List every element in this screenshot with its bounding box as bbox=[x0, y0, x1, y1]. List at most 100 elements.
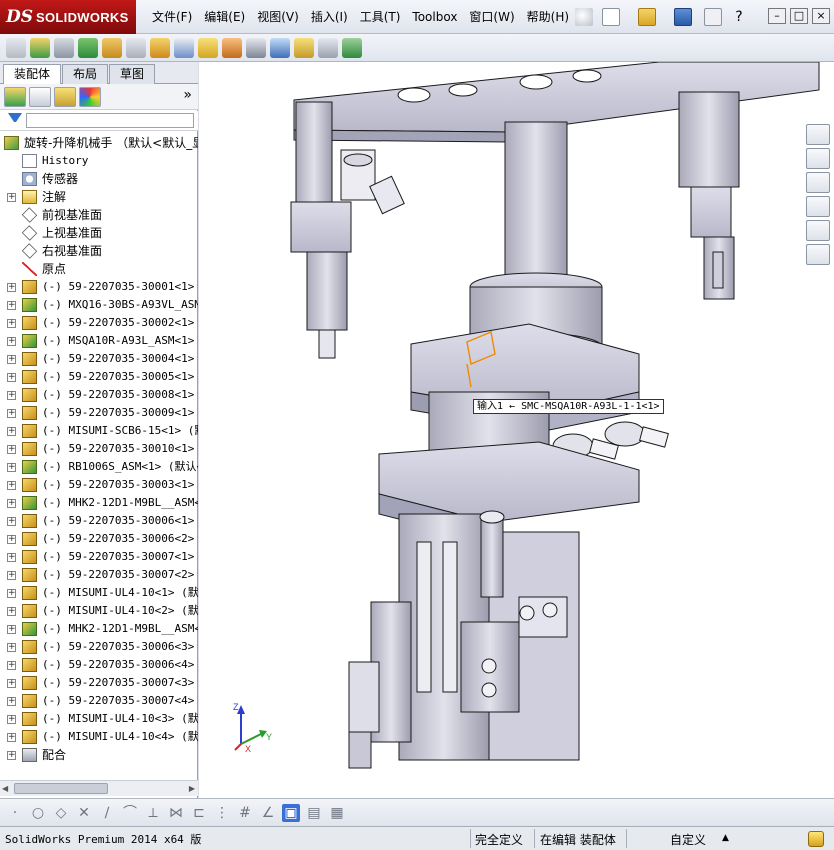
linear-pattern-icon[interactable] bbox=[54, 37, 74, 58]
clearance-verification-icon[interactable] bbox=[318, 37, 338, 58]
expand-toggle-icon[interactable]: + bbox=[7, 643, 16, 652]
tree-item[interactable]: + (-) 59-2207035-30007<4> (默 bbox=[0, 692, 198, 710]
expand-toggle-icon[interactable]: + bbox=[7, 751, 16, 760]
expand-toggle-icon[interactable]: + bbox=[7, 427, 16, 436]
reference-geometry-icon[interactable] bbox=[174, 37, 194, 58]
expand-toggle-icon[interactable]: + bbox=[7, 553, 16, 562]
expand-toggle-icon[interactable]: + bbox=[7, 481, 16, 490]
assembly-features-icon[interactable] bbox=[150, 37, 170, 58]
line-icon[interactable]: ∕ bbox=[98, 804, 116, 822]
solidworks-logo[interactable]: DS SOLIDWORKS bbox=[0, 0, 136, 34]
menu-file[interactable]: 文件(F) bbox=[146, 9, 198, 25]
display-manager-icon[interactable] bbox=[79, 86, 101, 107]
insert-components-icon[interactable] bbox=[6, 37, 26, 58]
menu-edit[interactable]: 编辑(E) bbox=[198, 9, 251, 25]
unit-system-dropdown-icon[interactable]: ▲ bbox=[722, 833, 729, 843]
circle-icon[interactable]: ○ bbox=[29, 804, 47, 822]
tree-item[interactable]: + (-) 59-2207035-30001<1> (默 bbox=[0, 278, 198, 296]
filter-icon[interactable] bbox=[8, 113, 22, 127]
expand-toggle-icon[interactable]: + bbox=[7, 625, 16, 634]
tree-item[interactable]: + (-) 59-2207035-30004<1> (默 bbox=[0, 350, 198, 368]
expand-toggle-icon[interactable]: + bbox=[7, 571, 16, 580]
solidworks-resources-icon[interactable] bbox=[806, 124, 830, 145]
tree-item[interactable]: + (-) 59-2207035-30003<1> (默 bbox=[0, 476, 198, 494]
tree-filter-input[interactable] bbox=[26, 113, 194, 128]
menu-insert[interactable]: 插入(I) bbox=[305, 9, 354, 25]
expand-toggle-icon[interactable]: + bbox=[7, 409, 16, 418]
point-icon[interactable]: · bbox=[6, 804, 24, 822]
scroll-left-icon[interactable]: ◀ bbox=[2, 784, 8, 793]
tree-item[interactable]: + (-) 59-2207035-30007<2> (默 bbox=[0, 566, 198, 584]
tree-item[interactable]: + (-) MISUMI-SCB6-15<1> (默认 bbox=[0, 422, 198, 440]
tree-item[interactable]: + (-) 59-2207035-30006<4> (默 bbox=[0, 656, 198, 674]
tree-item[interactable]: + 注解 bbox=[0, 188, 198, 206]
tooltip-bulb-icon[interactable] bbox=[808, 831, 824, 847]
tree-item[interactable]: 右视基准面 bbox=[0, 242, 198, 260]
fillet-icon[interactable]: ⌒ bbox=[121, 804, 139, 822]
expand-toggle-icon[interactable]: + bbox=[7, 301, 16, 310]
polygon-icon[interactable]: ◇ bbox=[52, 804, 70, 822]
tree-item[interactable]: + (-) RB1006S_ASM<1> (默认<默 bbox=[0, 458, 198, 476]
property-manager-icon[interactable] bbox=[29, 86, 51, 107]
expand-toggle-icon[interactable]: + bbox=[7, 445, 16, 454]
scroll-thumb[interactable] bbox=[14, 783, 108, 794]
tree-item[interactable]: + (-) MISUMI-UL4-10<4> (默认< bbox=[0, 728, 198, 746]
expand-toggle-icon[interactable]: + bbox=[7, 715, 16, 724]
close-button[interactable]: × bbox=[812, 8, 830, 24]
tree-item[interactable]: 前视基准面 bbox=[0, 206, 198, 224]
featuremanager-tree-icon[interactable] bbox=[4, 86, 26, 107]
shaded-display-icon[interactable]: ▣ bbox=[282, 803, 300, 822]
expand-toggle-icon[interactable]: + bbox=[7, 373, 16, 382]
tree-item[interactable]: + (-) MSQA10R-A93L_ASM<1> (默 bbox=[0, 332, 198, 350]
file-explorer-icon[interactable] bbox=[806, 172, 830, 193]
grid-icon[interactable]: # bbox=[236, 804, 254, 822]
tree-item[interactable]: 原点 bbox=[0, 260, 198, 278]
open-folder-icon[interactable] bbox=[638, 8, 656, 26]
tree-item[interactable]: + (-) MXQ16-30BS-A93VL_ASM<1> bbox=[0, 296, 198, 314]
tree-item[interactable]: + (-) MISUMI-UL4-10<3> (默认< bbox=[0, 710, 198, 728]
tree-item[interactable]: 传感器 bbox=[0, 170, 198, 188]
tab-layout[interactable]: 布局 bbox=[62, 64, 109, 84]
expand-toggle-icon[interactable]: + bbox=[7, 391, 16, 400]
expand-toggle-icon[interactable]: + bbox=[7, 319, 16, 328]
expand-toggle-icon[interactable]: + bbox=[7, 337, 16, 346]
view-palette-icon[interactable] bbox=[806, 196, 830, 217]
move-component-icon[interactable] bbox=[102, 37, 122, 58]
scroll-right-icon[interactable]: ▶ bbox=[189, 784, 195, 793]
reference-triad[interactable]: Z Y X bbox=[231, 702, 277, 752]
custom-properties-icon[interactable] bbox=[806, 244, 830, 265]
new-motion-study-icon[interactable] bbox=[198, 37, 218, 58]
bill-of-materials-icon[interactable] bbox=[222, 37, 242, 58]
tab-assembly[interactable]: 装配体 bbox=[3, 64, 62, 84]
tab-sketch[interactable]: 草图 bbox=[109, 64, 156, 84]
angle-icon[interactable]: ∠ bbox=[259, 804, 277, 822]
pin-icon[interactable] bbox=[575, 8, 593, 26]
tree-item[interactable]: History bbox=[0, 152, 198, 170]
wireframe-icon[interactable]: ▤ bbox=[305, 804, 323, 822]
tree-item[interactable]: + (-) 59-2207035-30006<3> (默 bbox=[0, 638, 198, 656]
tree-item[interactable]: + (-) 59-2207035-30007<1> (默 bbox=[0, 548, 198, 566]
unit-system[interactable]: 自定义 bbox=[670, 831, 706, 848]
section-view-icon[interactable]: ▦ bbox=[328, 804, 346, 822]
tree-item[interactable]: + (-) MHK2-12D1-M9BL__ASM<2> bbox=[0, 620, 198, 638]
graphics-area[interactable]: 输入1 ← SMC-MSQA10R-A93L-1-1<1> Z Y X bbox=[199, 62, 834, 798]
tree-item[interactable]: + (-) 59-2207035-30009<1> (默 bbox=[0, 404, 198, 422]
dimension-icon[interactable]: ⊏ bbox=[190, 804, 208, 822]
expand-toggle-icon[interactable]: + bbox=[7, 193, 16, 202]
smart-fasteners-icon[interactable] bbox=[78, 37, 98, 58]
tree-item[interactable]: + 配合 bbox=[0, 746, 198, 764]
centerline-icon[interactable]: ⋮ bbox=[213, 804, 231, 822]
tree-item[interactable]: + (-) 59-2207035-30008<1> (默 bbox=[0, 386, 198, 404]
tree-horizontal-scrollbar[interactable]: ◀ ▶ bbox=[0, 780, 198, 796]
expand-panel-icon[interactable]: » bbox=[183, 87, 192, 103]
expand-toggle-icon[interactable]: + bbox=[7, 733, 16, 742]
new-document-icon[interactable] bbox=[602, 8, 620, 26]
expand-toggle-icon[interactable]: + bbox=[7, 607, 16, 616]
interference-detection-icon[interactable] bbox=[294, 37, 314, 58]
tree-item[interactable]: + (-) 59-2207035-30006<2> (默 bbox=[0, 530, 198, 548]
tree-item[interactable]: + (-) MISUMI-UL4-10<2> (默认< bbox=[0, 602, 198, 620]
tree-item[interactable]: + (-) 59-2207035-30002<1> (默 bbox=[0, 314, 198, 332]
expand-toggle-icon[interactable]: + bbox=[7, 499, 16, 508]
appearances-icon[interactable] bbox=[806, 220, 830, 241]
mate-icon[interactable] bbox=[30, 37, 50, 58]
